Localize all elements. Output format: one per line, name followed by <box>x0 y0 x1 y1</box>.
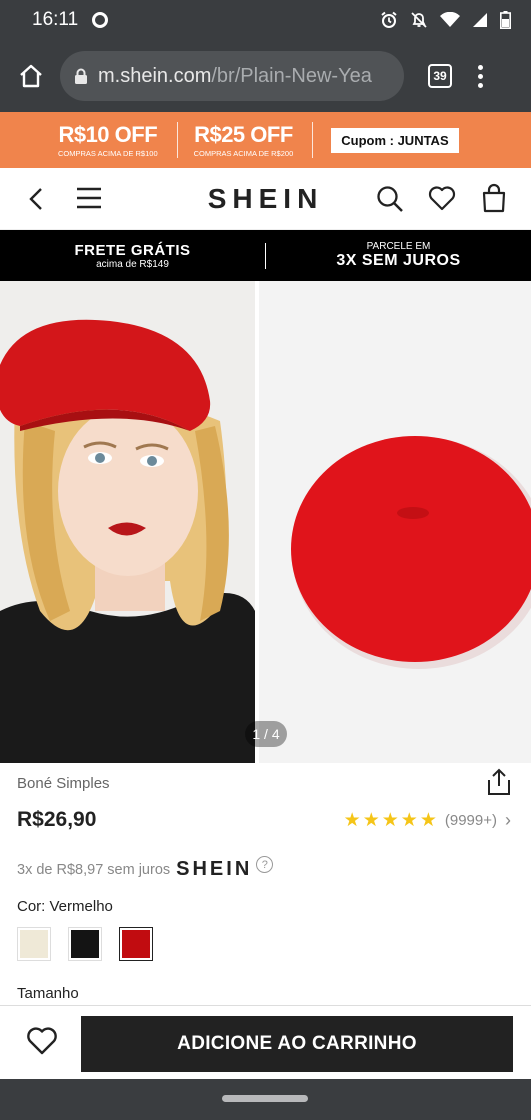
wifi-icon <box>440 12 460 27</box>
size-label: Tamanho <box>17 985 79 1002</box>
shipping-info-bar[interactable]: FRETE GRÁTIS acima de R$149 PARCELE EM 3… <box>0 230 531 281</box>
browser-toolbar: m.shein.com/br/Plain-New-Yea 39 <box>0 40 531 112</box>
cell-signal-icon <box>473 13 487 27</box>
battery-icon <box>500 11 511 29</box>
product-price: R$26,90 <box>17 808 97 831</box>
product-gallery[interactable]: 1 / 4 <box>0 281 531 763</box>
menu-icon[interactable] <box>76 187 102 209</box>
notification-dot-icon <box>92 12 109 28</box>
bottom-action-bar: ADICIONE AO CARRINHO <box>0 1005 531 1079</box>
promo-offer-2-amount: R$25 OFF <box>194 122 293 147</box>
address-bar[interactable]: m.shein.com/br/Plain-New-Yea <box>60 51 404 101</box>
site-header: SHEIN <box>0 168 531 230</box>
url-text: m.shein.com/br/Plain-New-Yea <box>98 65 372 88</box>
tab-switcher-button[interactable]: 39 <box>428 64 452 88</box>
url-path: /br/Plain-New-Yea <box>211 64 372 87</box>
color-swatch-beige[interactable] <box>17 927 51 961</box>
share-icon[interactable] <box>486 768 512 796</box>
installments-sub: PARCELE EM <box>366 241 431 252</box>
home-gesture-handle[interactable] <box>222 1095 308 1102</box>
color-swatch-red[interactable] <box>119 927 153 961</box>
chevron-right-icon: › <box>505 810 511 830</box>
star-icon: ★ <box>343 810 361 831</box>
star-icon: ★ <box>362 810 380 831</box>
promo-divider <box>176 122 178 158</box>
color-label: Cor: Vermelho <box>17 898 113 915</box>
help-icon[interactable]: ? <box>256 856 274 873</box>
promo-offer-1: R$10 OFF COMPRAS ACIMA DE R$100 <box>58 122 158 158</box>
wishlist-heart-icon[interactable] <box>428 185 456 211</box>
browser-menu-icon[interactable] <box>478 64 483 88</box>
free-shipping-info: FRETE GRÁTIS acima de R$149 <box>0 242 265 270</box>
color-swatch-black[interactable] <box>68 927 102 961</box>
promo-offer-2: R$25 OFF COMPRAS ACIMA DE R$200 <box>194 122 294 158</box>
star-icon: ★ <box>419 810 437 831</box>
product-name: Boné Simples <box>17 775 110 792</box>
star-icon: ★ <box>381 810 399 831</box>
status-bar: 16:11 <box>0 0 531 40</box>
image-counter: 1 / 4 <box>245 721 287 747</box>
installments-title: 3X SEM JUROS <box>336 252 461 269</box>
product-image-model[interactable] <box>0 281 255 763</box>
shein-pay-logo: SHEIN <box>176 858 253 880</box>
add-to-wishlist-heart-icon[interactable] <box>26 1026 58 1056</box>
search-icon[interactable] <box>376 185 404 213</box>
lock-icon <box>75 68 87 84</box>
installments-text: 3x de R$8,97 sem juros <box>17 861 171 878</box>
beret-flat-image <box>259 281 531 763</box>
model-wearing-beret-image <box>0 281 255 763</box>
url-host: m.shein.com <box>98 64 212 87</box>
star-icon: ★ <box>400 810 418 831</box>
promo-offer-1-condition: COMPRAS ACIMA DE R$100 <box>58 149 158 158</box>
alarm-icon <box>381 11 397 28</box>
review-count: (9999+) <box>444 812 497 829</box>
do-not-disturb-off-icon <box>411 12 427 28</box>
installments-info: PARCELE EM 3X SEM JUROS <box>266 241 531 270</box>
color-swatches <box>17 927 153 961</box>
installments-line: 3x de R$8,97 sem juros SHEIN ? <box>17 856 274 881</box>
status-time: 16:11 <box>32 9 79 30</box>
home-button[interactable] <box>14 59 48 93</box>
product-rating[interactable]: ★ ★ ★ ★ ★ (9999+) › <box>344 810 511 831</box>
free-shipping-condition: acima de R$149 <box>96 258 169 270</box>
shein-logo[interactable]: SHEIN <box>208 183 324 215</box>
shopping-bag-icon[interactable] <box>482 183 506 213</box>
status-icons <box>380 11 511 29</box>
coupon-code: Cupom : JUNTAS <box>331 127 459 153</box>
promo-divider <box>312 122 314 158</box>
product-image-flat[interactable] <box>259 281 531 763</box>
add-to-cart-button[interactable]: ADICIONE AO CARRINHO <box>81 1016 513 1072</box>
home-icon <box>20 64 42 88</box>
promo-offer-1-amount: R$10 OFF <box>58 122 158 147</box>
promo-offer-2-condition: COMPRAS ACIMA DE R$200 <box>193 149 294 158</box>
promo-banner[interactable]: R$10 OFF COMPRAS ACIMA DE R$100 R$25 OFF… <box>0 112 531 168</box>
free-shipping-title: FRETE GRÁTIS <box>74 241 191 259</box>
back-icon[interactable] <box>28 187 44 211</box>
system-nav-bar <box>0 1079 531 1120</box>
